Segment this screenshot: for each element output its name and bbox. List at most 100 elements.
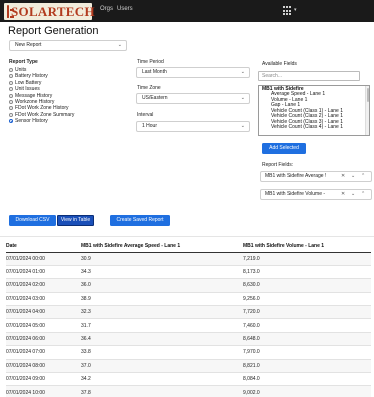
radio-unchecked-icon[interactable] [9,100,13,104]
cell-average-speed: 36.4 [81,332,243,347]
report-type-option[interactable]: Workzone History [9,99,54,105]
solartech-logo[interactable]: SOLARTECH [4,3,95,20]
column-header-volume[interactable]: MB1 with Sidefire Volume - Lane 1 [243,241,371,253]
available-fields-list[interactable]: MB1 with Sidefire Average Speed - Lane 1… [258,85,370,136]
move-up-icon[interactable]: ⌃ [361,190,365,199]
cell-date: 07/01/2024 03:00 [6,292,81,307]
field-option[interactable]: Vehicle Count (Class 4) - Lane 1 [259,124,369,131]
cell-average-speed: 30.9 [81,252,243,266]
report-fields-label: Report Fields: [262,162,294,168]
time-zone-value: US/Eastern [142,95,168,101]
radio-unchecked-icon[interactable] [9,87,13,92]
cell-date: 07/01/2024 02:00 [6,278,81,293]
radio-unchecked-icon[interactable] [9,93,13,98]
report-type-option[interactable]: Low Battery [9,80,41,86]
apps-grid-icon[interactable] [283,6,293,16]
download-csv-button[interactable]: Download CSV [9,215,56,226]
table-body: 07/01/2024 00:00 30.9 7,219.0 07/01/2024 01… [6,252,371,397]
radio-unchecked-icon[interactable] [9,68,13,72]
report-type-option-label: Unit Issues [15,86,40,93]
report-type-option-label: FDot Work Zone History [15,105,69,112]
add-selected-button[interactable]: Add Selected [262,143,306,154]
cell-date: 07/01/2024 10:00 [6,385,81,397]
section-divider [0,236,374,237]
fields-search-input[interactable]: Search... [258,71,360,81]
saved-report-select-value: New Report [15,42,42,48]
report-type-option[interactable]: FDot Work Zone Summary [9,112,74,118]
column-header-average-speed[interactable]: MB1 with Sidefire Average Speed - Lane 1 [81,241,243,253]
report-type-option-label: FDot Work Zone Summary [15,111,75,118]
report-type-option[interactable]: Units [9,67,26,73]
report-type-option[interactable]: Sensor History [9,118,48,124]
saved-report-select[interactable]: New Report ⌄ [9,40,127,51]
table-row: 07/01/2024 10:00 37.8 9,002.0 [6,385,371,397]
view-in-table-button[interactable]: View in Table [57,215,94,226]
brand-name: SOLARTECH [11,3,95,19]
radio-unchecked-icon[interactable] [9,112,13,117]
time-period-value: Last Month [142,69,167,75]
page-title: Report Generation [8,25,99,37]
listbox-scrollbar[interactable] [365,86,369,135]
move-down-icon[interactable]: ⌄ [351,190,355,199]
radio-unchecked-icon[interactable] [9,106,13,111]
cell-date: 07/01/2024 05:00 [6,318,81,333]
nav-orgs[interactable]: Orgs [100,6,113,12]
table-row: 07/01/2024 07:00 33.8 7,970.0 [6,345,371,360]
chevron-down-icon[interactable]: ▾ [294,7,297,13]
report-type-option-label: Message History [15,92,53,99]
report-type-option-label: Sensor History [15,118,48,125]
time-zone-select[interactable]: US/Eastern ⌄ [136,93,250,104]
radio-unchecked-icon[interactable] [9,80,13,85]
report-field-item[interactable]: MB1 with Sidefire Average ! ✕ ⌄ ⌃ [260,171,372,182]
chevron-down-icon: ⌄ [240,69,245,75]
cell-average-speed: 38.9 [81,292,243,307]
field-options: Average Speed - Lane 1 Volume - Lane 1 Gap… [259,91,369,131]
table-row: 07/01/2024 04:00 32.3 7,720.0 [6,305,371,320]
remove-field-icon[interactable]: ✕ [341,172,345,181]
report-type-option[interactable]: FDot Work Zone History [9,105,69,111]
report-field-label: MB1 with Sidefire Average ! [265,173,327,179]
report-type-option[interactable]: Battery History [9,73,48,79]
cell-average-speed: 32.3 [81,305,243,320]
report-field-item[interactable]: MB1 with Sidefire Volume - ✕ ⌄ ⌃ [260,189,372,200]
cell-volume: 7,970.0 [243,345,371,360]
top-bar: SOLARTECH Orgs Users ▾ [0,0,374,22]
cell-average-speed: 37.0 [81,359,243,374]
nav-users[interactable]: Users [117,6,133,12]
scrollbar-thumb[interactable] [366,88,369,102]
cell-date: 07/01/2024 01:00 [6,265,81,280]
chevron-down-icon: ⌄ [240,95,245,101]
cell-volume: 8,648.0 [243,332,371,347]
report-field-label: MB1 with Sidefire Volume - [265,191,326,197]
logo-mark-icon [7,5,14,18]
report-type-option-label: Battery History [15,73,48,80]
remove-field-icon[interactable]: ✕ [341,190,345,199]
cell-average-speed: 34.2 [81,372,243,387]
move-down-icon[interactable]: ⌄ [351,172,355,181]
chevron-down-icon: ⌄ [240,123,245,129]
cell-volume: 9,002.0 [243,385,371,397]
table-row: 07/01/2024 08:00 37.0 8,821.0 [6,359,371,374]
cell-date: 07/01/2024 06:00 [6,332,81,347]
report-type-option-label: Workzone History [15,99,55,105]
interval-select[interactable]: 1 Hour ⌄ [136,121,250,132]
report-type-option-label: Low Battery [15,79,42,86]
cell-average-speed: 34.3 [81,265,243,280]
table-row: 07/01/2024 00:00 30.9 7,219.0 [6,252,371,266]
radio-checked-icon[interactable] [9,119,13,124]
time-period-select[interactable]: Last Month ⌄ [136,67,250,78]
radio-unchecked-icon[interactable] [9,74,13,79]
cell-date: 07/01/2024 09:00 [6,372,81,387]
move-up-icon[interactable]: ⌃ [361,172,365,181]
cell-date: 07/01/2024 08:00 [6,359,81,374]
cell-average-speed: 37.8 [81,385,243,397]
report-type-option[interactable]: Unit Issues [9,86,40,92]
create-saved-report-button[interactable]: Create Saved Report [110,215,170,226]
column-header-date[interactable]: Date [6,241,81,253]
cell-average-speed: 36.0 [81,278,243,293]
cell-volume: 7,460.0 [243,318,371,333]
table-row: 07/01/2024 06:00 36.4 8,648.0 [6,332,371,347]
cell-volume: 7,720.0 [243,305,371,320]
report-type-option[interactable]: Message History [9,93,52,99]
table-row: 07/01/2024 03:00 38.9 9,256.0 [6,292,371,307]
